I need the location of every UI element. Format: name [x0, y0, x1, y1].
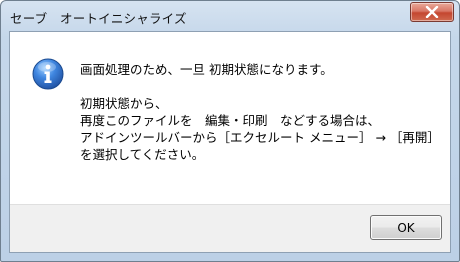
close-icon: [425, 6, 439, 18]
dialog-window: セーブ オートイニシャライズ 画面処理のため、一旦 初期状態になります。 初期状…: [0, 0, 460, 262]
message-line: 再度このファイルを 編集・印刷 などする場合は、: [80, 113, 381, 128]
close-button[interactable]: [410, 2, 454, 22]
info-icon: [32, 58, 64, 90]
ok-button[interactable]: OK: [370, 215, 442, 240]
dialog-body: 画面処理のため、一旦 初期状態になります。 初期状態から、 再度このファイルを …: [9, 31, 451, 253]
title-bar[interactable]: セーブ オートイニシャライズ: [1, 1, 459, 31]
message-line-blank: [80, 78, 445, 95]
message-line: 初期状態から、: [80, 96, 168, 111]
message-text: 画面処理のため、一旦 初期状態になります。 初期状態から、 再度このファイルを …: [80, 61, 445, 163]
button-bar: OK: [10, 204, 450, 252]
window-title: セーブ オートイニシャライズ: [10, 11, 187, 26]
message-line: アドインツールバーから［エクセルート メニュー］ → ［再開］: [80, 130, 440, 145]
message-line: を選択してください。: [80, 147, 205, 162]
message-line: 画面処理のため、一旦 初期状態になります。: [80, 62, 333, 77]
